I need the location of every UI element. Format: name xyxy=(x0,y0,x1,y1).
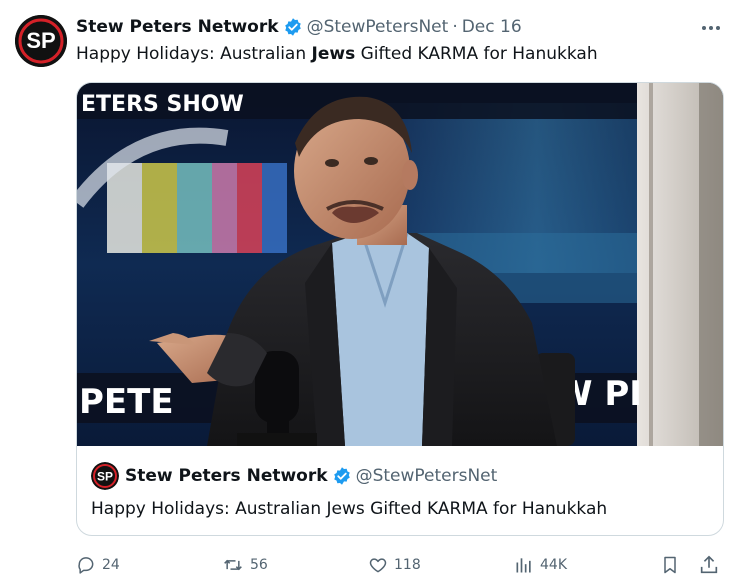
quoted-tweet-card[interactable]: ETERS SHOW PETE W PI SP Stew Peters Netw… xyxy=(76,82,724,536)
quote-text: Happy Holidays: Australian Jews Gifted K… xyxy=(91,499,608,519)
like-button[interactable]: 118 xyxy=(368,550,421,580)
more-options-button[interactable] xyxy=(695,12,727,44)
quote-author-handle[interactable]: @StewPetersNet xyxy=(356,466,498,486)
tweet-text: Happy Holidays: Australian Jews Gifted K… xyxy=(76,42,598,66)
repost-button[interactable]: 56 xyxy=(222,550,268,580)
more-dots-icon xyxy=(702,26,720,30)
bookmark-icon xyxy=(664,556,676,574)
reply-count: 24 xyxy=(102,557,120,573)
tweet-date[interactable]: Dec 16 xyxy=(462,16,522,38)
banner-top-text: ETERS SHOW xyxy=(81,92,244,117)
tweet-card[interactable]: SP Stew Peters Network @StewPetersNet · … xyxy=(0,0,750,586)
views-button[interactable]: 44K xyxy=(514,550,567,580)
view-count: 44K xyxy=(540,557,567,573)
share-icon xyxy=(700,555,718,574)
tweet-text-bold: Jews xyxy=(311,44,356,64)
quote-author-display-name[interactable]: Stew Peters Network xyxy=(125,466,328,486)
heart-icon xyxy=(369,558,387,573)
svg-text:SP: SP xyxy=(97,470,113,484)
analytics-icon xyxy=(516,558,531,573)
sp-logo-icon: SP xyxy=(15,15,67,67)
quote-author-avatar[interactable]: SP xyxy=(91,462,119,490)
share-button[interactable] xyxy=(698,550,720,580)
like-count: 118 xyxy=(394,557,421,573)
reply-icon xyxy=(78,557,94,574)
quote-header: SP Stew Peters Network @StewPetersNet xyxy=(91,462,498,490)
repost-count: 56 xyxy=(250,557,268,573)
banner-bottom-left-text: PETE xyxy=(79,382,174,422)
video-thumbnail[interactable]: ETERS SHOW PETE W PI xyxy=(77,83,723,446)
separator-dot: · xyxy=(452,17,458,37)
author-display-name[interactable]: Stew Peters Network xyxy=(76,16,279,38)
studio-scene-image: ETERS SHOW PETE W PI xyxy=(77,83,723,446)
tweet-text-part: Happy Holidays: Australian xyxy=(76,44,312,64)
sp-logo-icon: SP xyxy=(91,462,119,490)
tweet-header: Stew Peters Network @StewPetersNet · Dec… xyxy=(76,16,522,38)
bookmark-button[interactable] xyxy=(660,550,680,580)
author-avatar[interactable]: SP xyxy=(15,15,67,67)
tweet-actions-bar: 24 56 118 44K xyxy=(76,550,726,580)
verified-badge-icon xyxy=(332,466,352,486)
tweet-text-part: Gifted KARMA for Hanukkah xyxy=(355,44,598,64)
reply-button[interactable]: 24 xyxy=(76,550,120,580)
repost-icon xyxy=(224,559,242,571)
svg-text:SP: SP xyxy=(26,28,55,53)
verified-badge-icon xyxy=(283,17,303,37)
author-handle[interactable]: @StewPetersNet xyxy=(307,16,449,38)
